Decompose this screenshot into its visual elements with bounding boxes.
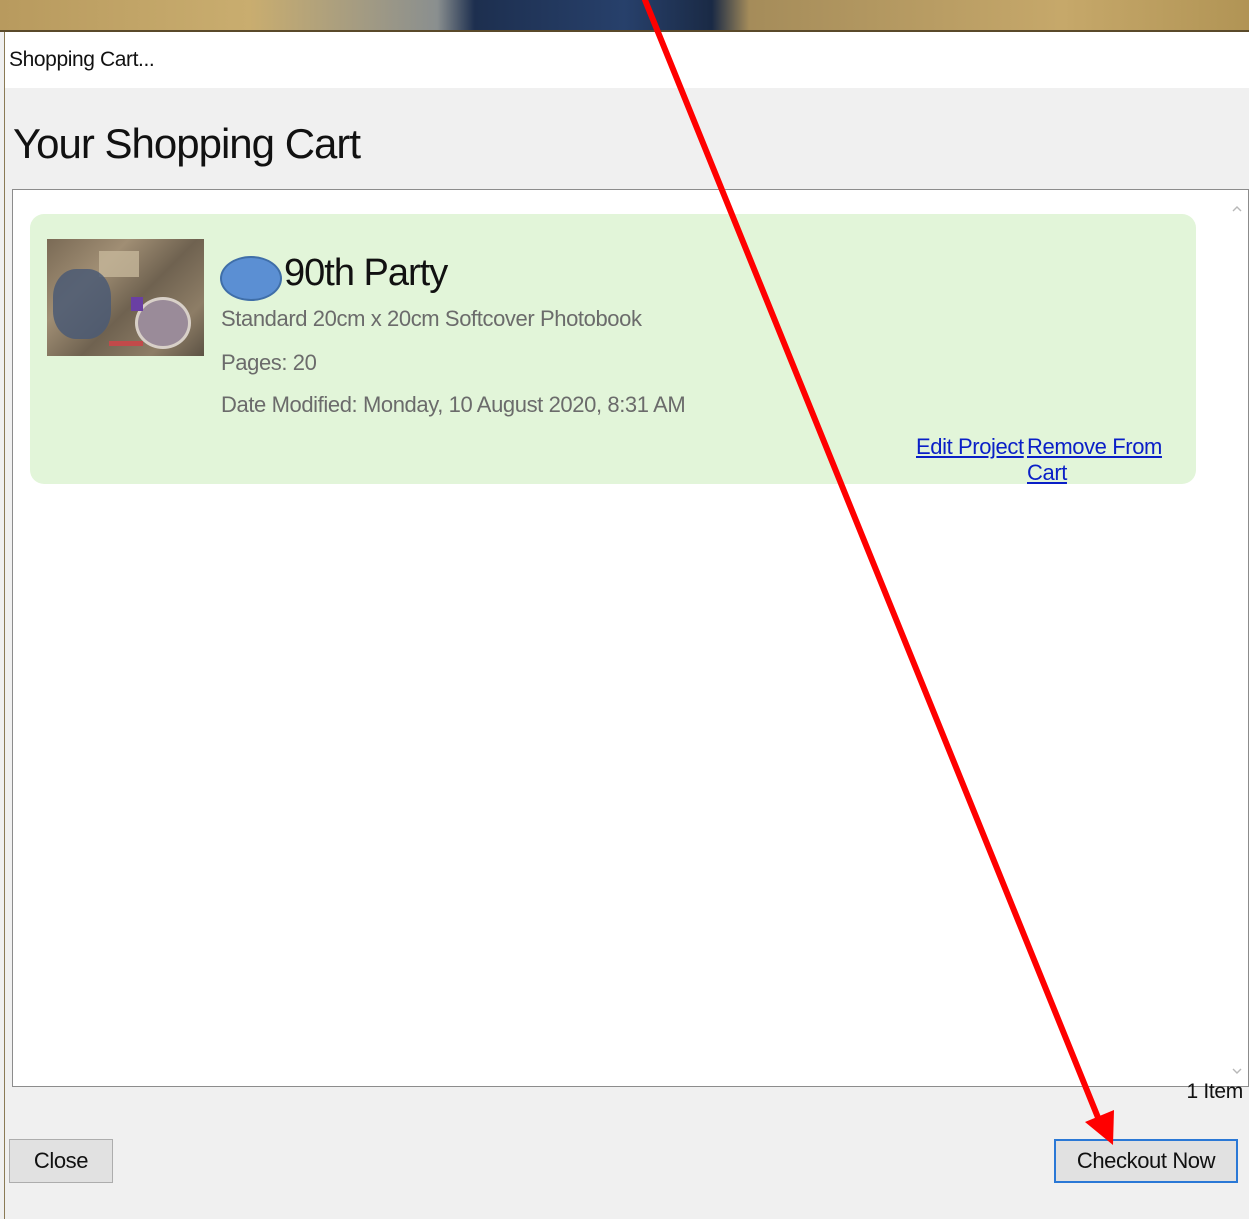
item-date-modified: Date Modified: Monday, 10 August 2020, 8… [221,392,686,417]
shopping-cart-window: Shopping Cart... Your Shopping Cart 90th… [4,32,1249,1219]
redaction-mark [220,256,282,301]
window-title: Shopping Cart... [9,48,155,71]
item-count: 1 Item [1186,1080,1243,1103]
item-description: Standard 20cm x 20cm Softcover Photobook [221,306,642,331]
item-pages: Pages: 20 [221,350,317,375]
chevron-up-icon[interactable] [1230,202,1244,216]
thumbnail-photo [99,251,139,277]
page-title: Your Shopping Cart [13,120,361,167]
edit-project-link[interactable]: Edit Project [916,434,1024,460]
chevron-down-icon[interactable] [1230,1064,1244,1078]
close-button[interactable]: Close [9,1139,113,1183]
project-thumbnail [47,239,204,356]
cart-list-panel: 90th Party Standard 20cm x 20cm Softcove… [12,189,1249,1087]
thumbnail-badge [131,297,143,311]
thumbnail-photo [53,269,111,339]
thumbnail-banner [109,341,143,346]
desktop-background [0,0,1249,32]
item-title: 90th Party [284,252,448,294]
checkout-now-button[interactable]: Checkout Now [1054,1139,1238,1183]
thumbnail-photo [135,297,191,349]
cart-item: 90th Party Standard 20cm x 20cm Softcove… [30,214,1196,486]
window-titlebar[interactable]: Shopping Cart... [5,32,1249,88]
vertical-scrollbar[interactable] [1226,190,1248,1086]
remove-from-cart-link[interactable]: Remove From Cart [1027,434,1196,486]
